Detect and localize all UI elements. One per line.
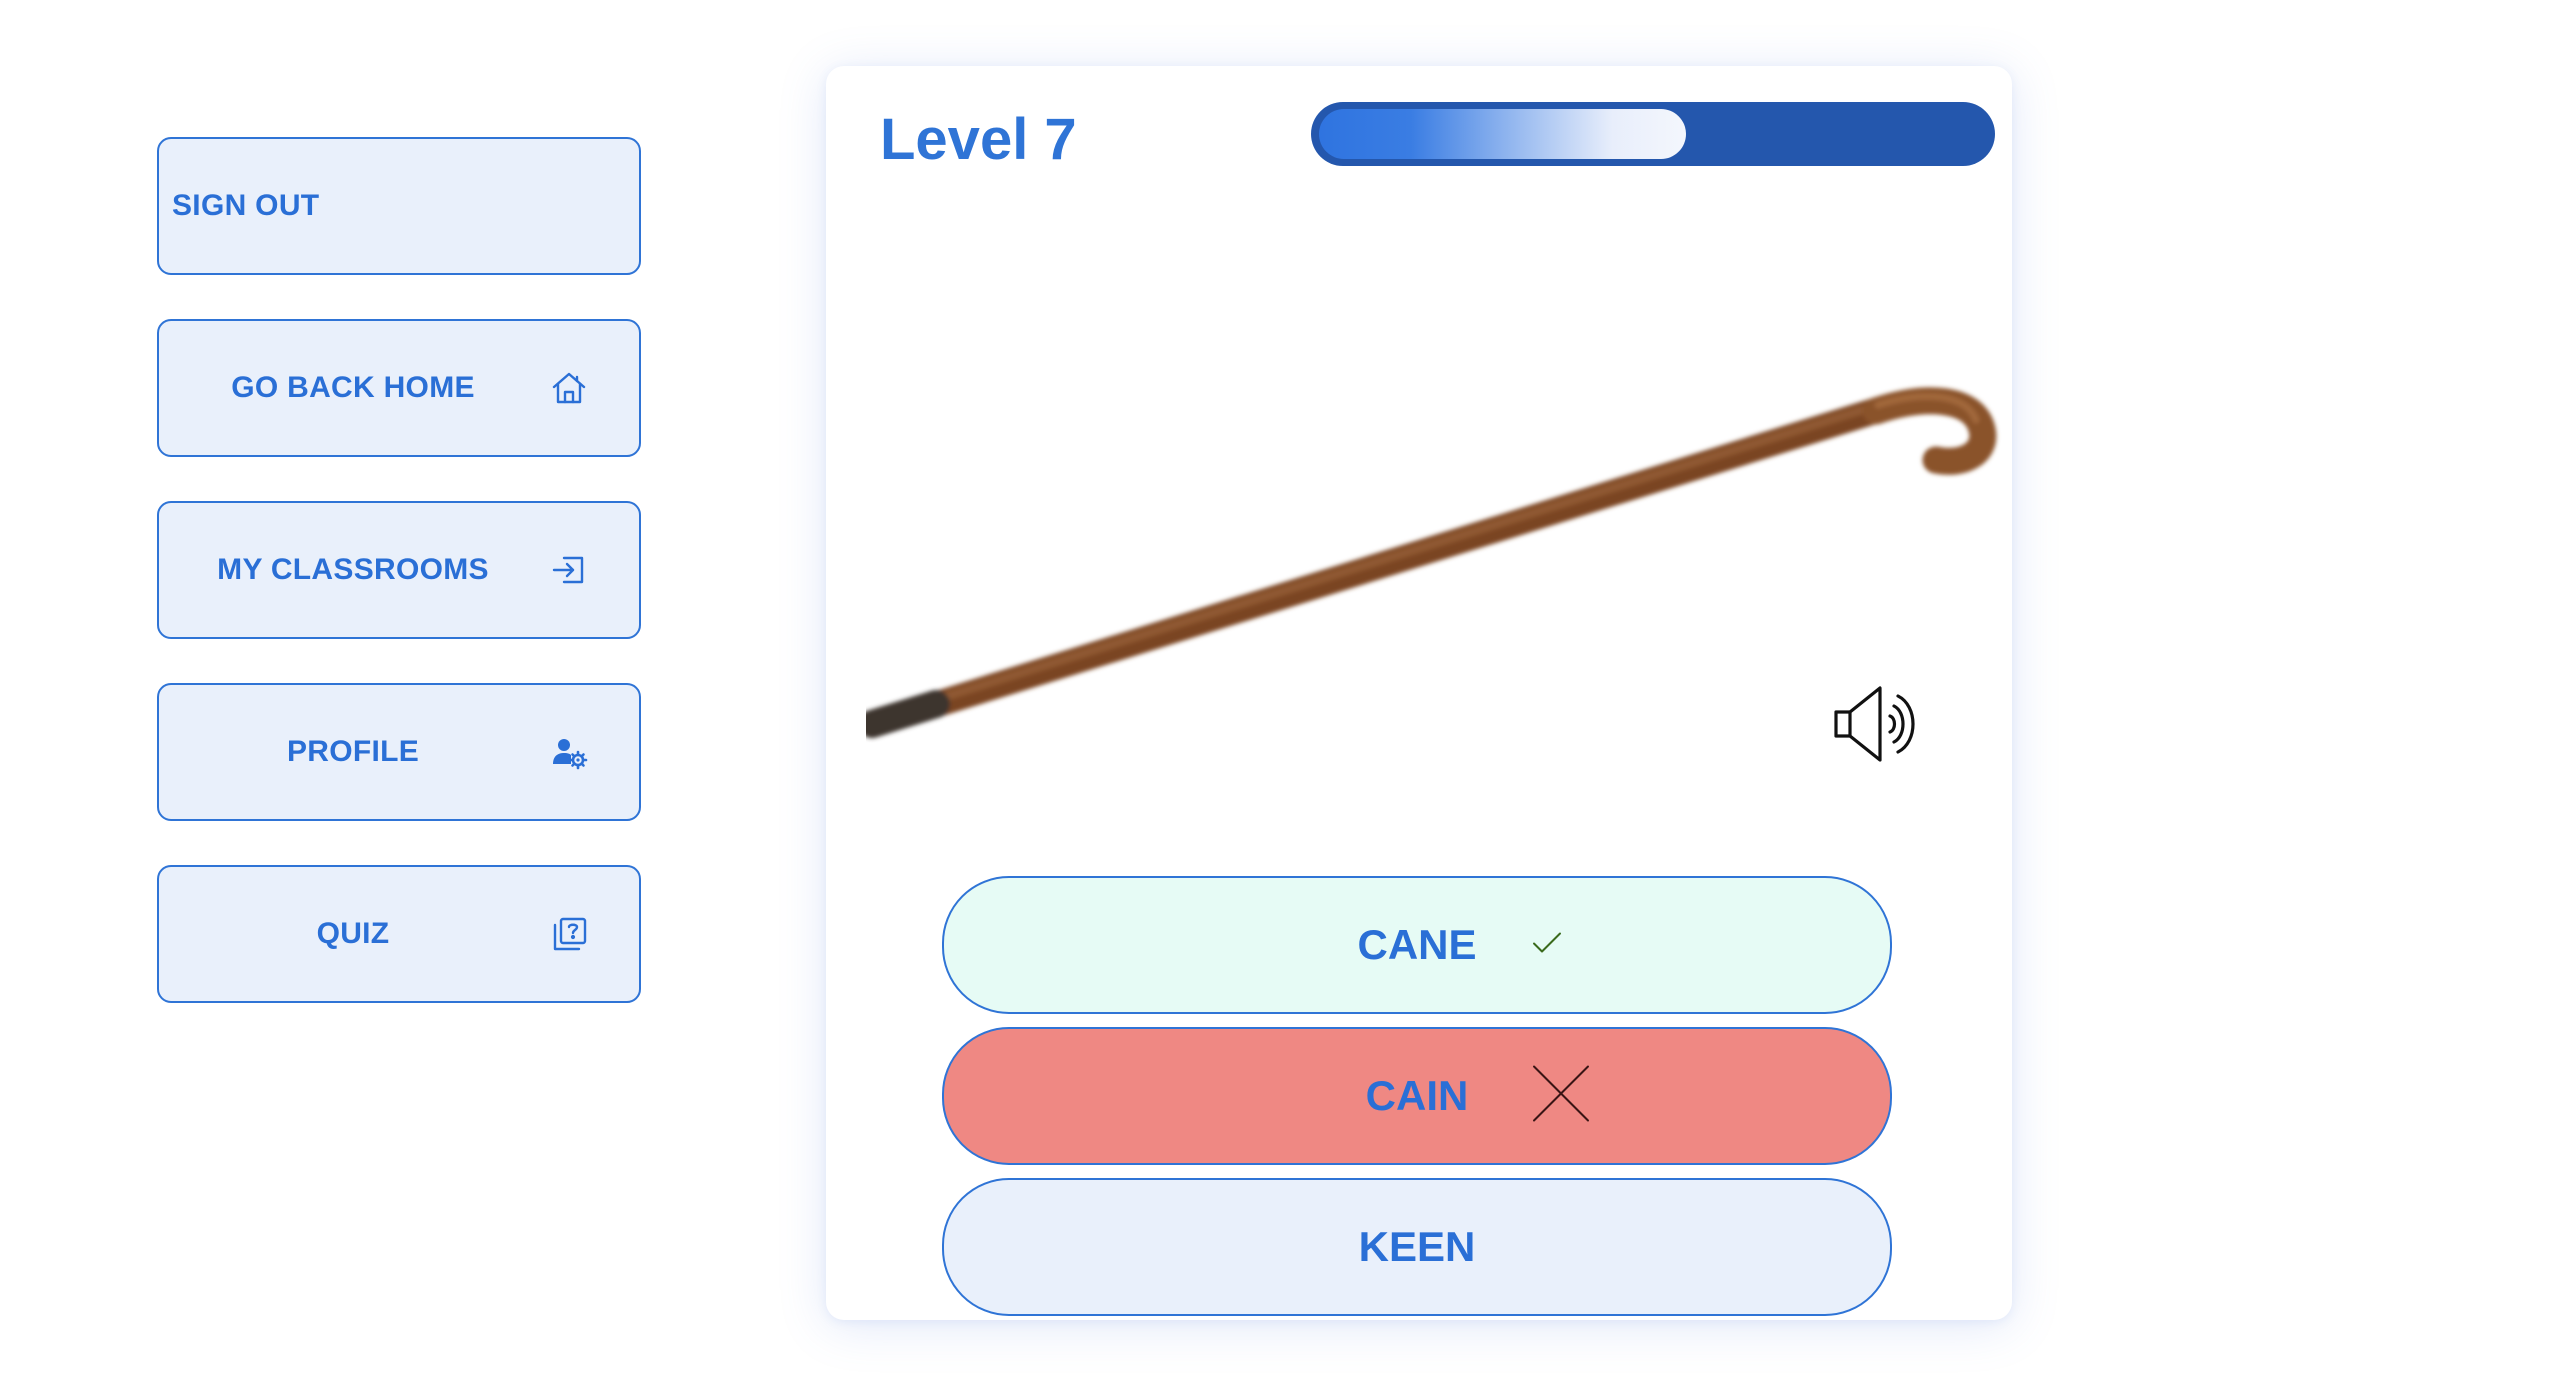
quiz-label: QUIZ bbox=[316, 917, 390, 950]
answer-option-cane[interactable]: CANE bbox=[942, 876, 1892, 1014]
go-back-home-label: GO BACK HOME bbox=[231, 371, 475, 404]
enter-icon bbox=[549, 550, 589, 590]
speaker-sound-icon[interactable] bbox=[1830, 682, 1930, 766]
profile-label: PROFILE bbox=[286, 735, 420, 768]
my-classrooms-button[interactable]: MY CLASSROOMS bbox=[157, 501, 641, 639]
answer-option-cain[interactable]: CAIN bbox=[942, 1027, 1892, 1165]
sidebar-nav: SIGN OUT GO BACK HOME MY CLASSROOMS PROF… bbox=[157, 137, 641, 1047]
answer-option-keen[interactable]: KEEN bbox=[942, 1178, 1892, 1316]
quiz-card: Level 7 CANE CAIN KEEN bbox=[826, 66, 2012, 1320]
cross-icon bbox=[1530, 1063, 1592, 1130]
progress-bar-fill bbox=[1319, 109, 1686, 159]
sign-out-button[interactable]: SIGN OUT bbox=[157, 137, 641, 275]
quiz-button[interactable]: QUIZ bbox=[157, 865, 641, 1003]
check-icon bbox=[1530, 930, 1564, 961]
answer-label: CAIN bbox=[1365, 1072, 1469, 1119]
sign-out-label: SIGN OUT bbox=[172, 189, 320, 222]
home-icon bbox=[549, 368, 589, 408]
go-back-home-button[interactable]: GO BACK HOME bbox=[157, 319, 641, 457]
quiz-question-icon bbox=[549, 914, 589, 954]
profile-button[interactable]: PROFILE bbox=[157, 683, 641, 821]
answer-label: CANE bbox=[1357, 921, 1477, 968]
my-classrooms-label: MY CLASSROOMS bbox=[217, 553, 489, 586]
app-root: SIGN OUT GO BACK HOME MY CLASSROOMS PROF… bbox=[0, 0, 2556, 1382]
user-settings-icon bbox=[549, 732, 589, 772]
progress-bar bbox=[1311, 102, 1995, 166]
level-title: Level 7 bbox=[880, 107, 1077, 172]
answer-label: KEEN bbox=[1358, 1223, 1476, 1270]
